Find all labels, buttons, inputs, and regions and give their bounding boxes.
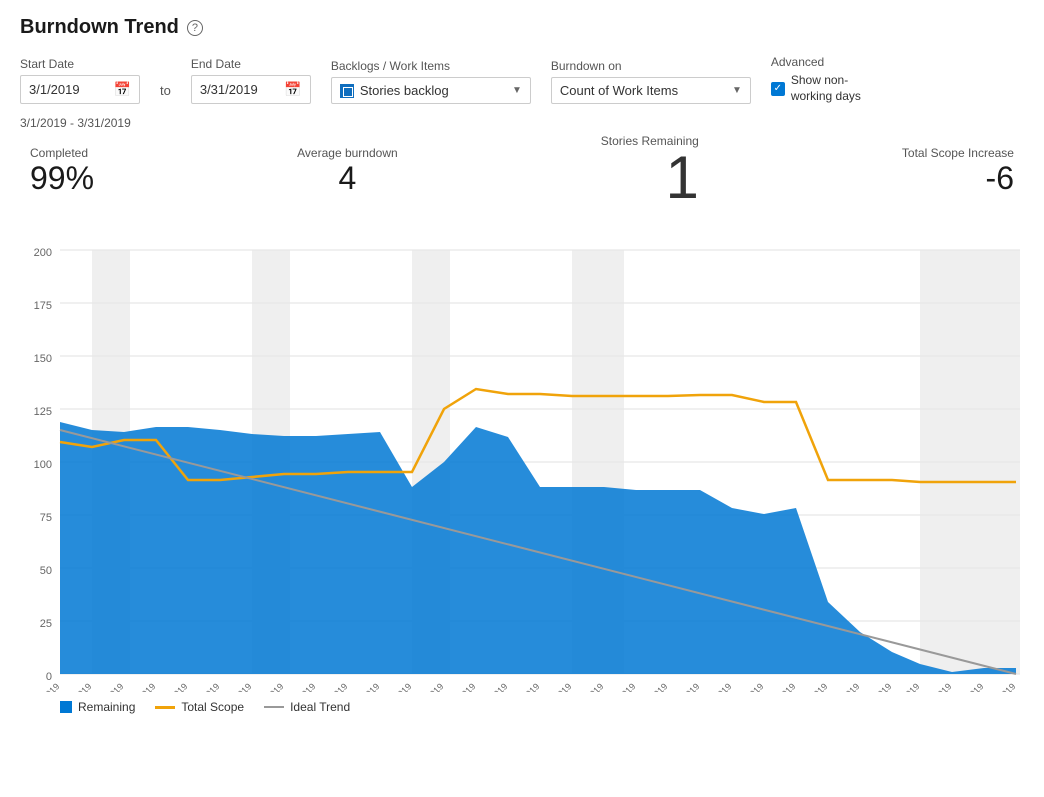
svg-text:3/2/2019: 3/2/2019 (62, 682, 94, 693)
svg-text:3/7/2019: 3/7/2019 (222, 682, 254, 693)
backlogs-label: Backlogs / Work Items (331, 59, 531, 73)
to-label: to (160, 83, 171, 104)
svg-text:3/27/2019: 3/27/2019 (858, 682, 893, 693)
show-nonworking-checkbox[interactable]: ✓ (771, 82, 785, 96)
svg-text:3/20/2019: 3/20/2019 (634, 682, 669, 693)
avg-burndown-stat: Average burndown 4 (297, 146, 398, 197)
svg-text:3/19/2019: 3/19/2019 (602, 682, 637, 693)
svg-text:3/21/2019: 3/21/2019 (666, 682, 701, 693)
svg-text:3/12/2019: 3/12/2019 (378, 682, 413, 693)
burndown-dropdown[interactable]: Count of Work Items ▼ (551, 77, 751, 104)
legend-ideal-trend: Ideal Trend (264, 700, 350, 714)
backlogs-dropdown[interactable]: Stories backlog ▼ (331, 77, 531, 104)
end-date-wrap: 3/31/2019 📅 (191, 75, 311, 104)
svg-text:3/17/2019: 3/17/2019 (538, 682, 573, 693)
remaining-color-box (60, 701, 72, 713)
svg-text:3/22/2019: 3/22/2019 (698, 682, 733, 693)
total-scope-color-line (155, 706, 175, 709)
svg-text:3/31/2019: 3/31/2019 (982, 682, 1017, 693)
chevron-down-icon: ▼ (512, 85, 522, 96)
svg-text:75: 75 (40, 512, 52, 524)
svg-text:3/8/2019: 3/8/2019 (254, 682, 286, 693)
svg-text:3/24/2019: 3/24/2019 (762, 682, 797, 693)
svg-text:0: 0 (46, 671, 52, 683)
svg-text:3/26/2019: 3/26/2019 (826, 682, 861, 693)
start-date-wrap: 3/1/2019 📅 (20, 75, 140, 104)
checkmark-icon: ✓ (774, 83, 782, 94)
start-date-label: Start Date (20, 57, 140, 71)
start-date-value: 3/1/2019 (29, 82, 80, 97)
stories-remaining-value: 1 (601, 148, 699, 208)
svg-text:50: 50 (40, 565, 52, 577)
svg-text:3/18/2019: 3/18/2019 (570, 682, 605, 693)
svg-text:100: 100 (34, 459, 52, 471)
completed-value: 99% (30, 160, 94, 197)
date-range-label: 3/1/2019 - 3/31/2019 (20, 116, 1024, 130)
ideal-trend-color-line (264, 706, 284, 708)
remaining-area (60, 422, 1016, 674)
svg-text:3/9/2019: 3/9/2019 (286, 682, 318, 693)
completed-label: Completed (30, 146, 94, 160)
total-scope-label: Total Scope Increase (902, 146, 1014, 160)
advanced-label: Advanced (771, 55, 871, 69)
show-nonworking-wrap: ✓ Show non-working days (771, 73, 871, 104)
burndown-value: Count of Work Items (560, 83, 678, 98)
remaining-label: Remaining (78, 700, 135, 714)
calendar-icon-start: 📅 (114, 81, 131, 98)
svg-text:3/25/2019: 3/25/2019 (794, 682, 829, 693)
show-nonworking-label: Show non-working days (791, 73, 871, 104)
svg-text:3/4/2019: 3/4/2019 (126, 682, 158, 693)
svg-text:150: 150 (34, 353, 52, 365)
start-date-input[interactable]: 3/1/2019 📅 (20, 75, 140, 104)
svg-text:175: 175 (34, 300, 52, 312)
end-date-input[interactable]: 3/31/2019 📅 (191, 75, 311, 104)
chevron-down-icon-2: ▼ (732, 85, 742, 96)
chart-container: 0 25 50 75 100 125 150 175 200 (20, 212, 1024, 714)
calendar-icon-end: 📅 (284, 81, 301, 98)
header: Burndown Trend ? (20, 16, 1024, 39)
avg-burndown-value: 4 (297, 160, 398, 197)
end-date-label: End Date (191, 57, 311, 71)
burndown-group: Burndown on Count of Work Items ▼ (551, 59, 751, 104)
completed-stat: Completed 99% (30, 146, 94, 197)
total-scope-stat: Total Scope Increase -6 (902, 146, 1014, 197)
end-date-group: End Date 3/31/2019 📅 (191, 57, 311, 104)
total-scope-legend-label: Total Scope (181, 700, 244, 714)
stories-remaining-stat: Stories Remaining 1 (601, 134, 699, 208)
svg-text:3/16/2019: 3/16/2019 (506, 682, 541, 693)
svg-text:3/6/2019: 3/6/2019 (190, 682, 222, 693)
backlogs-value: Stories backlog (360, 83, 449, 98)
svg-text:3/11/2019: 3/11/2019 (347, 682, 382, 693)
svg-text:3/13/2019: 3/13/2019 (410, 682, 445, 693)
start-date-group: Start Date 3/1/2019 📅 (20, 57, 140, 104)
svg-text:200: 200 (34, 247, 52, 259)
end-date-value: 3/31/2019 (200, 82, 258, 97)
burndown-label: Burndown on (551, 59, 751, 73)
svg-text:25: 25 (40, 618, 52, 630)
help-icon[interactable]: ? (187, 20, 203, 36)
backlog-icon (340, 84, 354, 98)
advanced-group: Advanced ✓ Show non-working days (771, 55, 871, 104)
svg-text:3/5/2019: 3/5/2019 (158, 682, 190, 693)
page-title: Burndown Trend (20, 16, 179, 39)
controls-bar: Start Date 3/1/2019 📅 to End Date 3/31/2… (20, 55, 1024, 104)
svg-text:125: 125 (34, 406, 52, 418)
burndown-chart: 0 25 50 75 100 125 150 175 200 (20, 212, 1024, 692)
avg-burndown-label: Average burndown (297, 146, 398, 160)
svg-text:3/15/2019: 3/15/2019 (474, 682, 509, 693)
legend-remaining: Remaining (60, 700, 135, 714)
chart-legend: Remaining Total Scope Ideal Trend (20, 700, 1024, 714)
svg-text:3/14/2019: 3/14/2019 (442, 682, 477, 693)
svg-text:3/3/2019: 3/3/2019 (94, 682, 126, 693)
legend-total-scope: Total Scope (155, 700, 244, 714)
svg-text:3/23/2019: 3/23/2019 (730, 682, 765, 693)
svg-text:3/10/2019: 3/10/2019 (314, 682, 349, 693)
total-scope-value: -6 (902, 160, 1014, 197)
backlogs-group: Backlogs / Work Items Stories backlog ▼ (331, 59, 531, 104)
svg-text:3/29/2019: 3/29/2019 (918, 682, 953, 693)
top-stats: Completed 99% Average burndown 4 Stories… (20, 134, 1024, 208)
svg-text:3/30/2019: 3/30/2019 (950, 682, 985, 693)
ideal-trend-label: Ideal Trend (290, 700, 350, 714)
page: Burndown Trend ? Start Date 3/1/2019 📅 t… (0, 0, 1044, 797)
